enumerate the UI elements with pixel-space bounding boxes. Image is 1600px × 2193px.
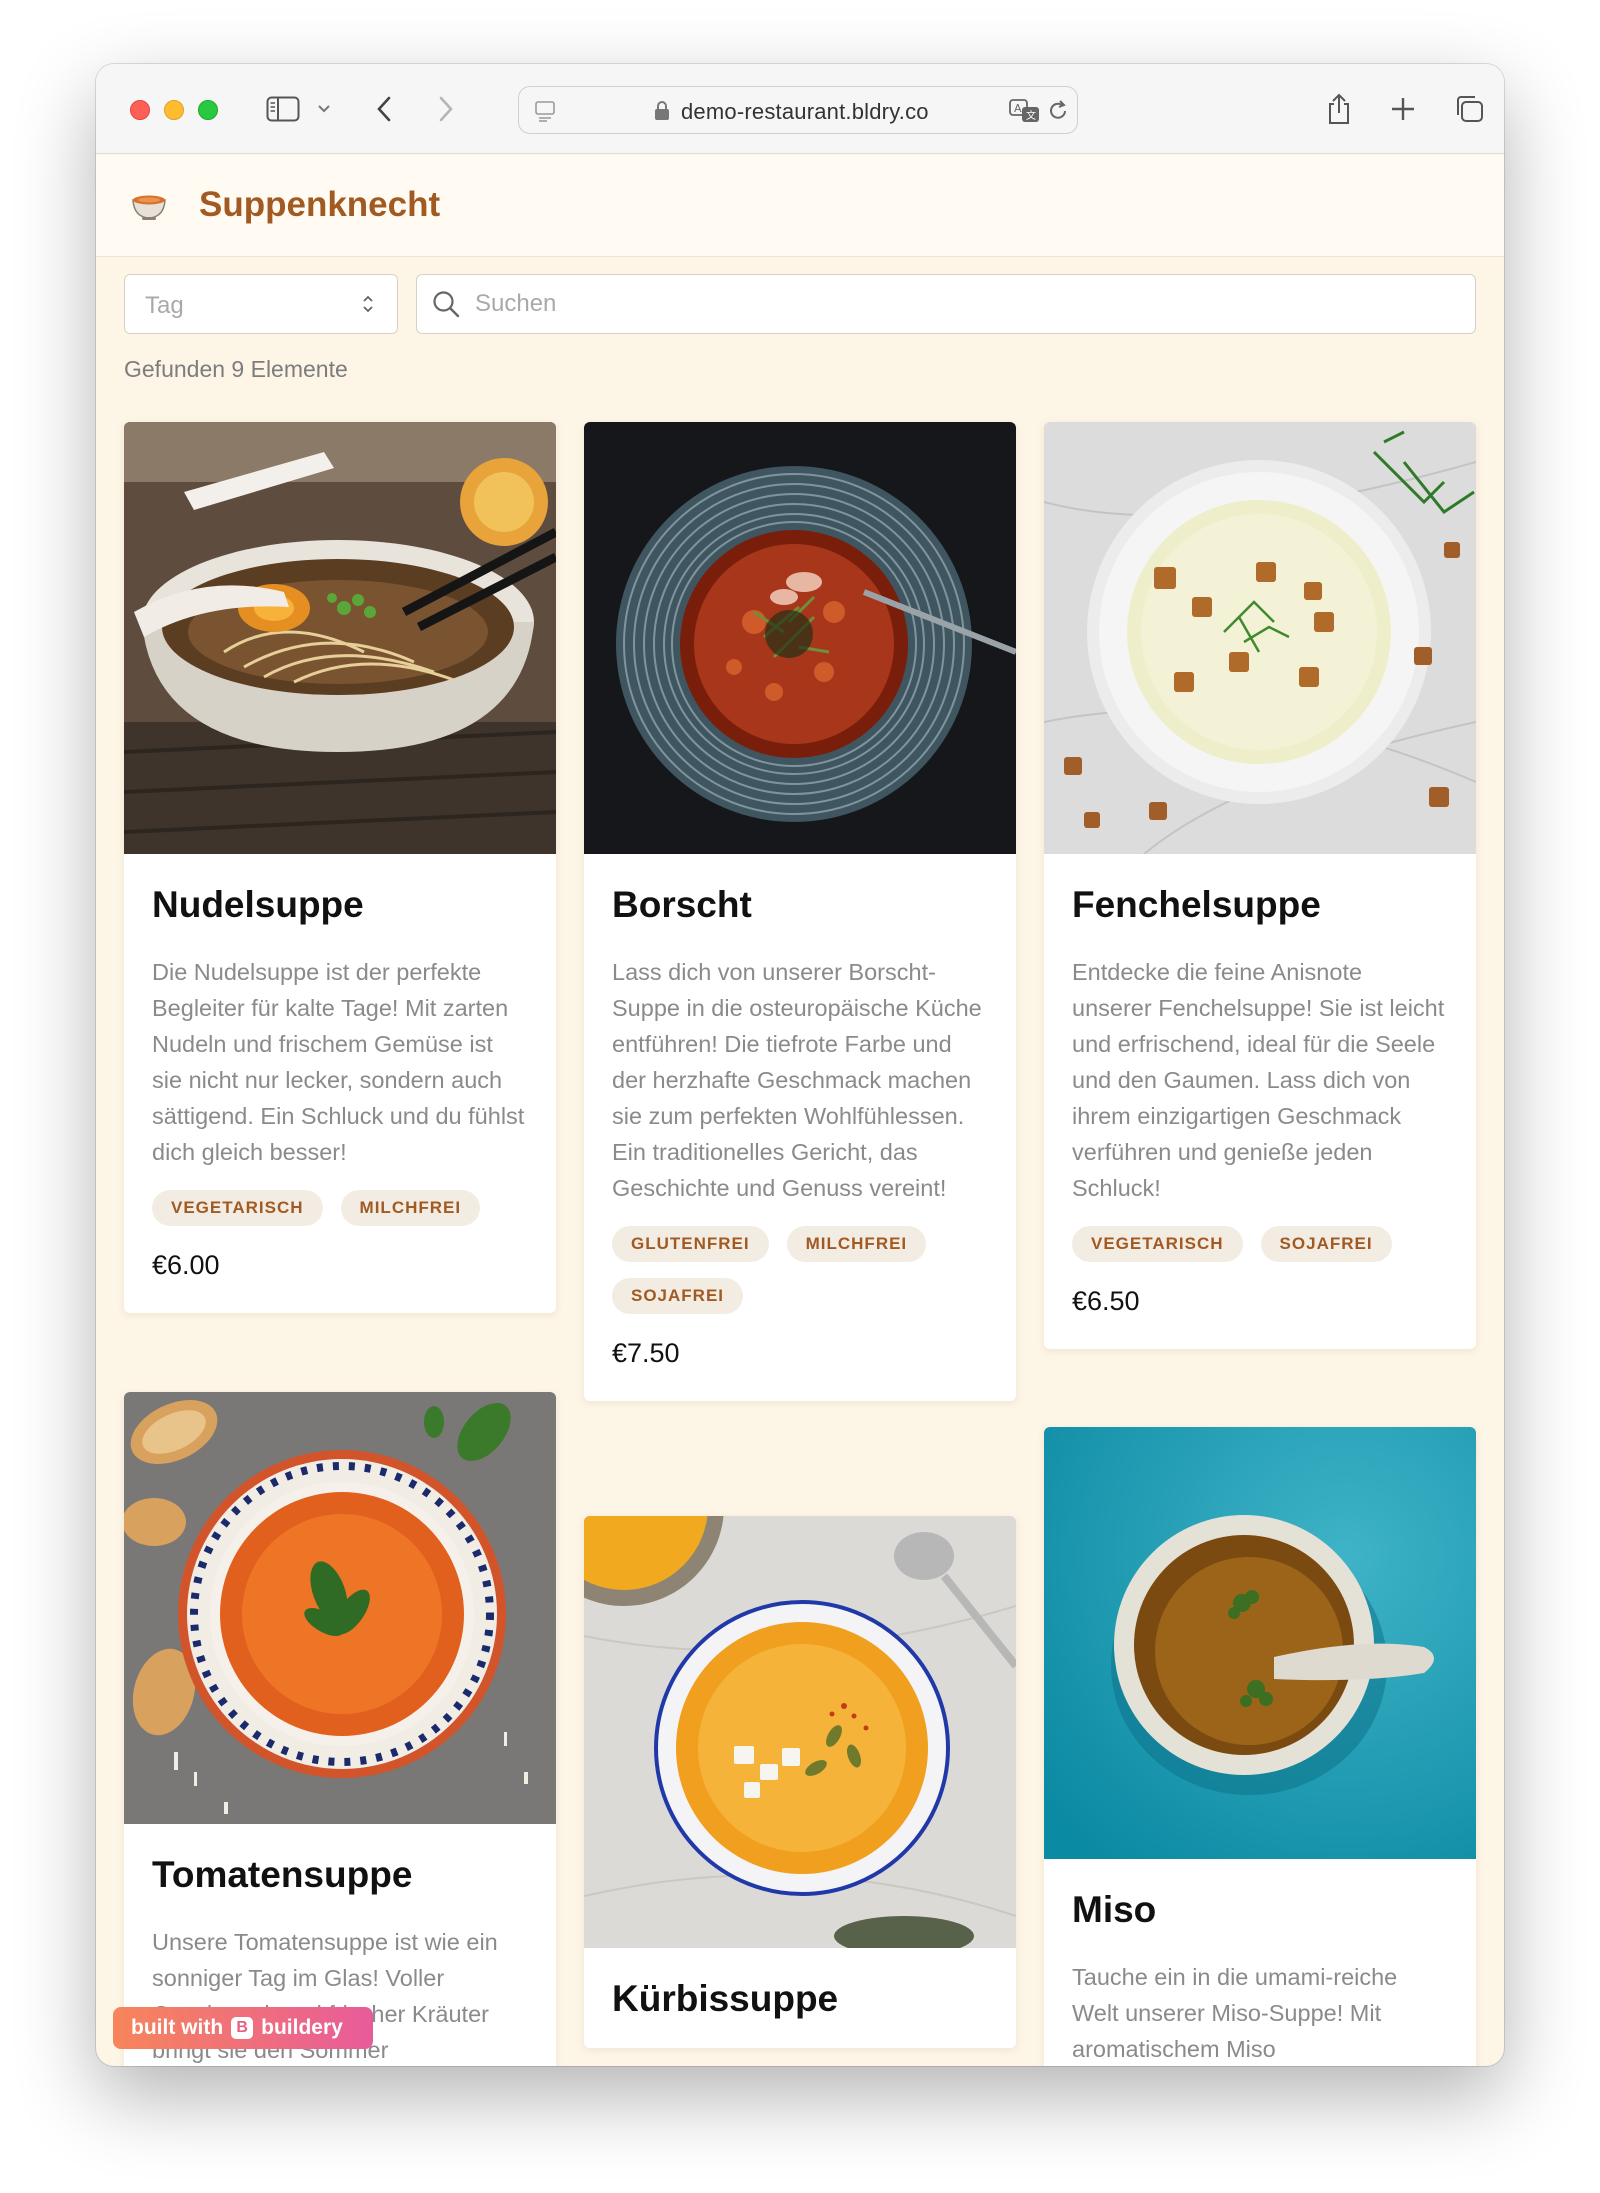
tag-list: GLUTENFREI MILCHFREI SOJAFREI	[612, 1226, 988, 1314]
soup-description: Tauche ein in die umami-reiche Welt unse…	[1072, 1964, 1398, 2062]
url-text: demo-restaurant.bldry.co	[681, 99, 929, 124]
translate-icon[interactable]: A文	[1009, 98, 1041, 129]
close-window-button[interactable]	[130, 100, 150, 120]
soup-price: €6.00	[152, 1250, 220, 1280]
lock-icon	[653, 100, 671, 127]
soup-image[interactable]	[1044, 422, 1476, 854]
tag-select[interactable]: Tag	[124, 274, 398, 334]
soup-card[interactable]: Kürbissuppe	[584, 1516, 1016, 2048]
diet-tag[interactable]: VEGETARISCH	[152, 1190, 323, 1226]
address-bar[interactable]: demo-restaurant.bldry.co A文	[518, 86, 1078, 134]
select-chevron-icon	[361, 292, 375, 321]
diet-tag[interactable]: VEGETARISCH	[1072, 1226, 1243, 1262]
diet-tag[interactable]: GLUTENFREI	[612, 1226, 769, 1262]
tab-overview-icon[interactable]	[1452, 92, 1486, 126]
share-icon[interactable]	[1324, 92, 1354, 126]
search-icon	[431, 289, 461, 324]
soup-card[interactable]: Fenchelsuppe Entdecke die feine Anisnote…	[1044, 422, 1476, 1349]
soup-image[interactable]	[124, 422, 556, 854]
reload-icon[interactable]	[1047, 99, 1069, 128]
soup-image[interactable]	[124, 1392, 556, 1824]
chevron-down-icon[interactable]	[314, 92, 334, 126]
soup-title[interactable]: Nudelsuppe	[152, 884, 528, 926]
soup-title[interactable]: Tomatensuppe	[152, 1854, 528, 1896]
app-title[interactable]: Suppenknecht	[199, 185, 440, 225]
soup-title[interactable]: Miso	[1072, 1889, 1448, 1931]
diet-tag[interactable]: MILCHFREI	[786, 1226, 927, 1262]
sidebar-toggle-icon[interactable]	[264, 92, 302, 126]
soup-title[interactable]: Borscht	[612, 884, 988, 926]
soup-price: €6.50	[1072, 1286, 1140, 1316]
forward-arrow-icon[interactable]	[434, 92, 458, 126]
soup-image[interactable]	[584, 422, 1016, 854]
soup-description: Die Nudelsuppe ist der perfekte Begleite…	[152, 959, 525, 1165]
minimize-window-button[interactable]	[164, 100, 184, 120]
result-count: Gefunden 9 Elemente	[124, 356, 348, 382]
zoom-window-button[interactable]	[198, 100, 218, 120]
diet-tag[interactable]: SOJAFREI	[612, 1278, 744, 1314]
new-tab-icon[interactable]	[1388, 92, 1418, 126]
back-arrow-icon[interactable]	[372, 92, 396, 126]
soup-price: €7.50	[612, 1338, 680, 1368]
soup-title[interactable]: Kürbissuppe	[612, 1978, 988, 2020]
soup-description: Lass dich von unserer Borscht-Suppe in d…	[612, 959, 982, 1201]
tag-select-placeholder: Tag	[145, 292, 184, 319]
search-field[interactable]	[416, 274, 1476, 334]
buildery-logo-icon: B	[231, 2017, 254, 2039]
soup-card[interactable]: Tomatensuppe Unsere Tomatensuppe ist wie…	[124, 1392, 556, 2066]
diet-tag[interactable]: MILCHFREI	[340, 1190, 481, 1226]
soup-image[interactable]	[584, 1516, 1016, 1948]
browser-window: demo-restaurant.bldry.co A文 Suppenknecht…	[96, 64, 1504, 2066]
soup-bowl-icon[interactable]	[130, 191, 168, 226]
diet-tag[interactable]: SOJAFREI	[1260, 1226, 1392, 1262]
badge-brand: buildery	[261, 2016, 343, 2039]
tag-list: VEGETARISCH SOJAFREI	[1072, 1226, 1448, 1262]
built-with-badge[interactable]: built with B buildery	[113, 2007, 373, 2049]
soup-card[interactable]: Miso Tauche ein in die umami-reiche Welt…	[1044, 1427, 1476, 2066]
badge-prefix: built with	[131, 2016, 224, 2039]
soup-card[interactable]: Nudelsuppe Die Nudelsuppe ist der perfek…	[124, 422, 556, 1313]
svg-text:文: 文	[1026, 109, 1036, 122]
reader-page-icon[interactable]	[533, 99, 557, 128]
soup-title[interactable]: Fenchelsuppe	[1072, 884, 1448, 926]
tag-list: VEGETARISCH MILCHFREI	[152, 1190, 528, 1226]
app-header: Suppenknecht	[96, 155, 1504, 257]
soup-image[interactable]	[1044, 1427, 1476, 1859]
search-input[interactable]	[475, 285, 1435, 323]
soup-card[interactable]: Borscht Lass dich von unserer Borscht-Su…	[584, 422, 1016, 1401]
browser-toolbar: demo-restaurant.bldry.co A文	[96, 64, 1504, 154]
soup-description: Entdecke die feine Anisnote unserer Fenc…	[1072, 959, 1445, 1201]
svg-text:A: A	[1014, 102, 1022, 115]
